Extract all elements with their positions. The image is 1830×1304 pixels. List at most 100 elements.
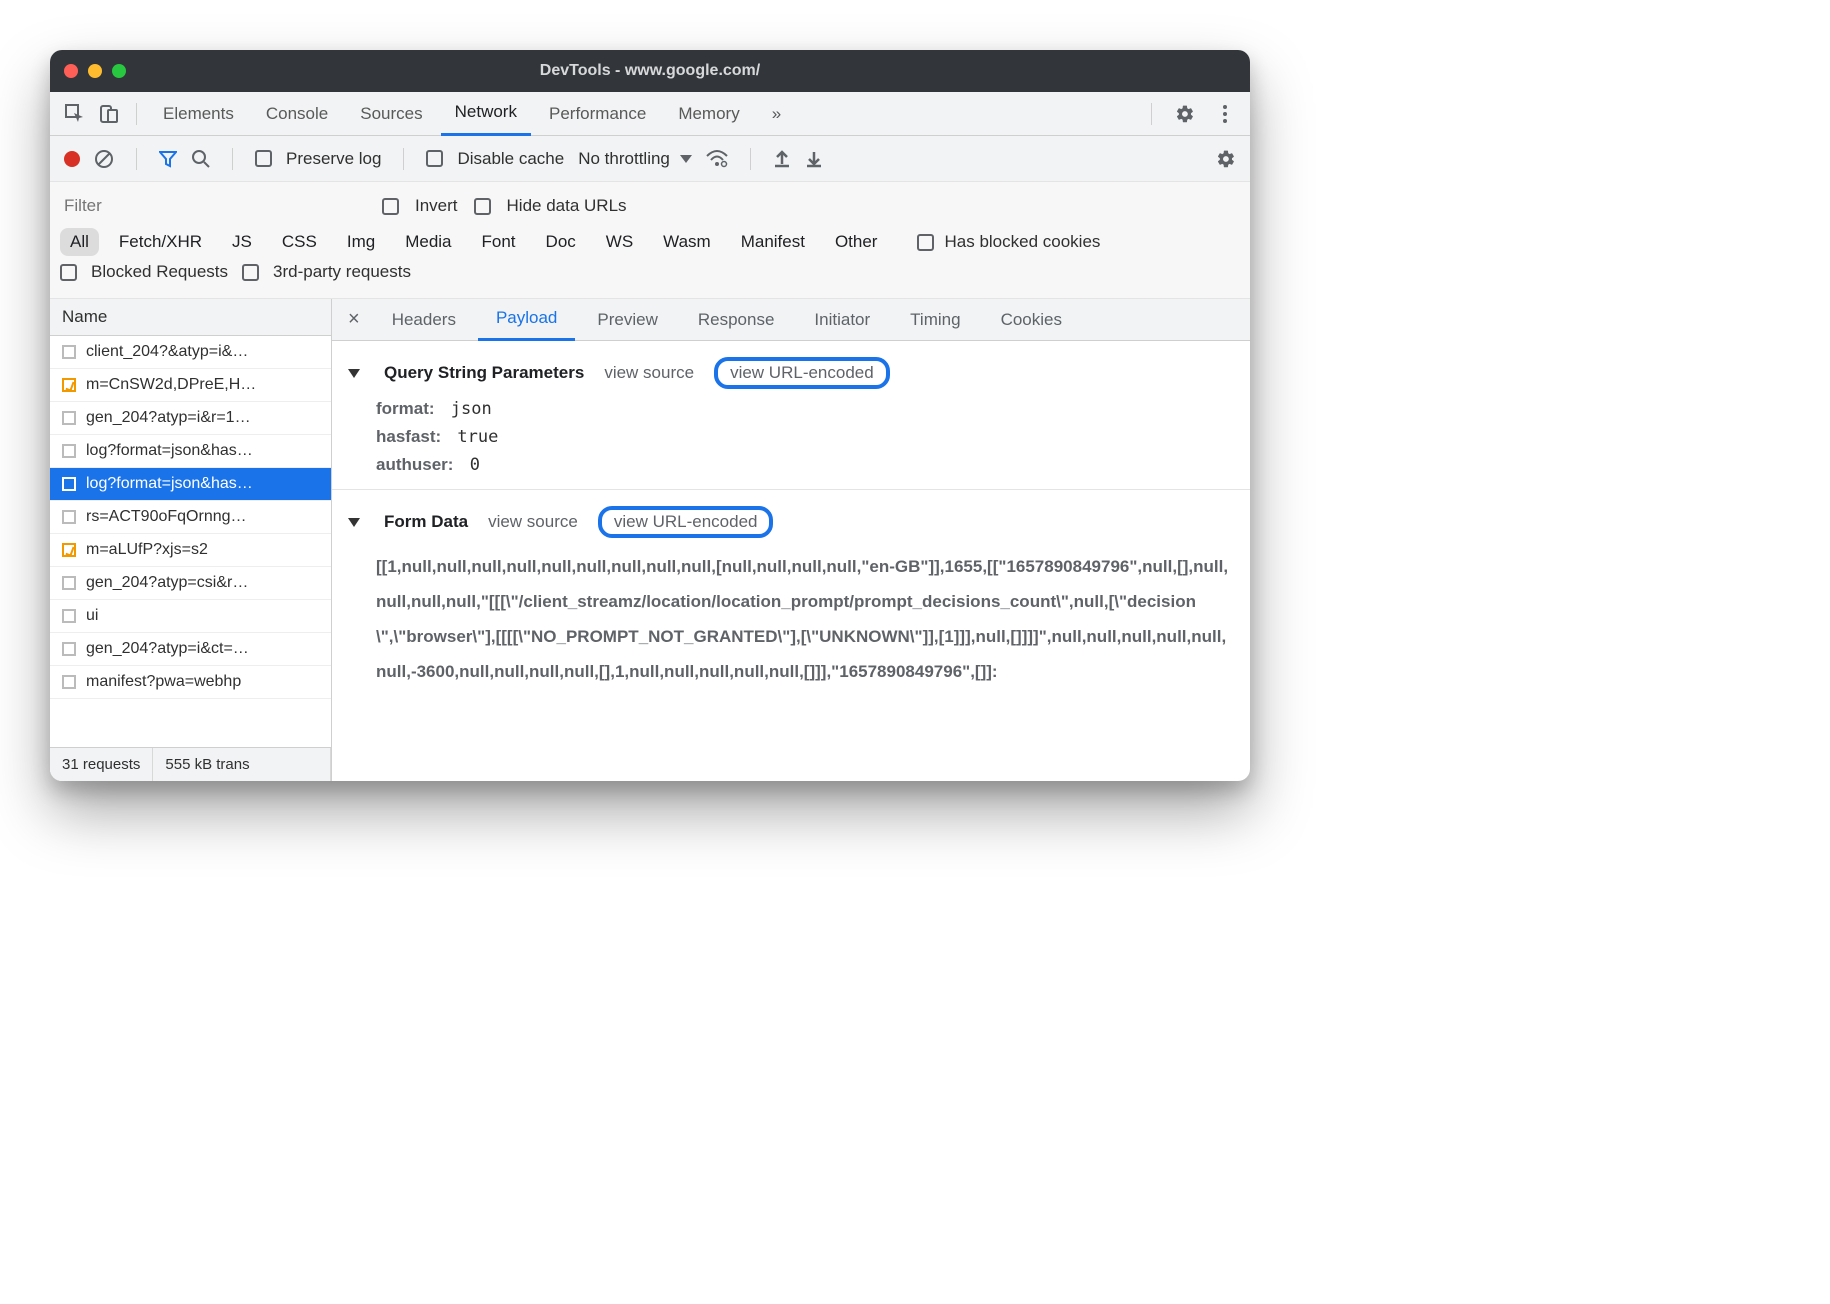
third-party-label: 3rd-party requests [273,262,411,282]
document-file-icon [62,444,76,458]
titlebar: DevTools - www.google.com/ [50,50,1250,92]
form-view-source-link[interactable]: view source [488,512,578,532]
type-filter-manifest[interactable]: Manifest [731,228,815,256]
detail-tab-cookies[interactable]: Cookies [983,299,1080,341]
tab-elements[interactable]: Elements [149,92,248,136]
network-toolbar: Preserve log Disable cache No throttling [50,136,1250,182]
search-icon[interactable] [191,149,210,168]
tab-memory[interactable]: Memory [664,92,753,136]
qsp-params: format: jsonhasfast: trueauthuser: 0 [332,395,1250,479]
disclosure-triangle-icon[interactable] [348,369,360,378]
throttling-select[interactable]: No throttling [578,149,692,169]
request-row[interactable]: gen_204?atyp=csi&r… [50,567,331,600]
window-title: DevTools - www.google.com/ [50,62,1250,80]
network-conditions-icon[interactable] [706,150,728,168]
invert-checkbox[interactable] [382,198,399,215]
type-filter-doc[interactable]: Doc [536,228,586,256]
network-settings-gear-icon[interactable] [1216,149,1236,169]
hide-data-urls-checkbox[interactable] [474,198,491,215]
disable-cache-label: Disable cache [457,149,564,169]
main-tab-strip: Elements Console Sources Network Perform… [50,92,1250,136]
request-row[interactable]: log?format=json&has… [50,468,331,501]
request-row[interactable]: client_204?&atyp=i&… [50,336,331,369]
request-row[interactable]: log?format=json&has… [50,435,331,468]
type-filter-all[interactable]: All [60,228,99,256]
separator [1151,103,1152,125]
kebab-menu-icon[interactable] [1210,99,1240,129]
type-filter-fetch[interactable]: Fetch/XHR [109,228,212,256]
type-filter-ws[interactable]: WS [596,228,643,256]
qsp-section-header: Query String Parameters view source view… [332,351,1250,395]
clear-icon[interactable] [94,149,114,169]
tab-network[interactable]: Network [441,92,531,136]
tab-sources[interactable]: Sources [346,92,436,136]
separator [136,148,137,170]
filter-bar: Invert Hide data URLs All Fetch/XHR JS C… [50,182,1250,299]
detail-tab-response[interactable]: Response [680,299,793,341]
content-area: Name client_204?&atyp=i&… m=CnSW2d,DPreE,… [50,299,1250,781]
disclosure-triangle-icon[interactable] [348,518,360,527]
document-file-icon [62,642,76,656]
third-party-checkbox[interactable] [242,264,259,281]
blocked-requests-checkbox[interactable] [60,264,77,281]
device-toolbar-icon[interactable] [94,99,124,129]
filter-icon[interactable] [159,150,177,168]
request-row[interactable]: rs=ACT90oFqOrnng… [50,501,331,534]
tab-console[interactable]: Console [252,92,342,136]
type-filter-js[interactable]: JS [222,228,262,256]
tab-more[interactable]: » [758,92,795,136]
param-value: true [447,427,498,447]
detail-tab-payload[interactable]: Payload [478,299,575,341]
param-key: authuser: [376,455,453,474]
blocked-requests-label: Blocked Requests [91,262,228,282]
form-data-body: [[1,null,null,null,null,null,null,null,n… [332,544,1250,695]
preserve-log-checkbox[interactable] [255,150,272,167]
chevron-down-icon [680,155,692,163]
section-divider [332,489,1250,490]
form-view-url-encoded-link[interactable]: view URL-encoded [598,506,774,538]
tab-performance[interactable]: Performance [535,92,660,136]
document-file-icon [62,576,76,590]
detail-tab-initiator[interactable]: Initiator [796,299,888,341]
detail-tab-preview[interactable]: Preview [579,299,675,341]
detail-tab-headers[interactable]: Headers [374,299,474,341]
filter-input[interactable] [60,190,310,222]
disable-cache-checkbox[interactable] [426,150,443,167]
request-row[interactable]: gen_204?atyp=i&r=1… [50,402,331,435]
request-row[interactable]: gen_204?atyp=i&ct=… [50,633,331,666]
type-filter-css[interactable]: CSS [272,228,327,256]
qsp-view-url-encoded-link[interactable]: view URL-encoded [714,357,890,389]
download-icon[interactable] [805,150,823,168]
param-value: json [441,399,492,419]
request-name: client_204?&atyp=i&… [86,343,248,361]
name-column-header[interactable]: Name [50,299,331,336]
request-detail-pane: × Headers Payload Preview Response Initi… [332,299,1250,781]
request-name: rs=ACT90oFqOrnng… [86,508,247,526]
request-row[interactable]: m=CnSW2d,DPreE,H… [50,369,331,402]
type-filter-media[interactable]: Media [395,228,461,256]
request-name: log?format=json&has… [86,442,253,460]
document-file-icon [62,510,76,524]
settings-gear-icon[interactable] [1170,99,1200,129]
request-row[interactable]: manifest?pwa=webhp [50,666,331,699]
upload-icon[interactable] [773,150,791,168]
detail-tab-timing[interactable]: Timing [892,299,978,341]
inspect-element-icon[interactable] [60,99,90,129]
request-name: m=CnSW2d,DPreE,H… [86,376,256,394]
blocked-cookies-checkbox[interactable] [917,234,934,251]
separator [136,103,137,125]
close-detail-icon[interactable]: × [338,308,370,331]
type-filter-wasm[interactable]: Wasm [653,228,721,256]
separator [750,148,751,170]
request-row[interactable]: ui [50,600,331,633]
type-filter-font[interactable]: Font [472,228,526,256]
status-transfer: 555 kB trans [153,748,331,781]
type-filter-other[interactable]: Other [825,228,888,256]
param-key: format: [376,399,435,418]
type-filter-img[interactable]: Img [337,228,385,256]
form-data-title: Form Data [384,512,468,532]
request-row[interactable]: m=aLUfP?xjs=s2 [50,534,331,567]
record-button[interactable] [64,151,80,167]
qsp-view-source-link[interactable]: view source [604,363,694,383]
document-file-icon [62,345,76,359]
